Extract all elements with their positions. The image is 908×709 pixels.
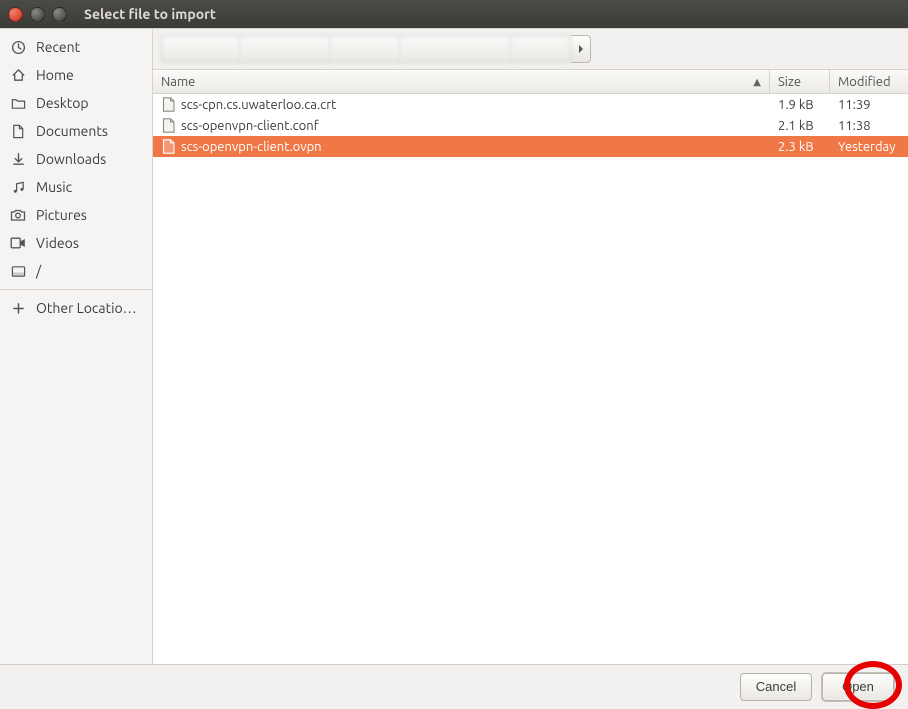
sidebar-item-label: / — [36, 263, 41, 279]
sidebar-item-recent[interactable]: Recent — [0, 33, 152, 61]
sidebar-item-videos[interactable]: Videos — [0, 229, 152, 257]
plus-icon — [10, 302, 26, 315]
drive-icon — [10, 265, 26, 278]
button-label: Open — [842, 679, 874, 694]
breadcrumb-segment[interactable] — [241, 35, 331, 63]
file-name: scs-cpn.cs.uwaterloo.ca.crt — [181, 98, 336, 112]
sidebar-item-label: Other Locatio… — [36, 300, 137, 316]
sort-ascending-icon: ▲ — [753, 76, 761, 88]
sidebar-item-label: Downloads — [36, 151, 106, 167]
button-label: Cancel — [756, 679, 796, 694]
sidebar-divider — [0, 289, 152, 290]
column-header-label: Name — [161, 75, 195, 89]
breadcrumb-overflow-button[interactable] — [571, 35, 591, 63]
file-modified: 11:39 — [838, 98, 871, 112]
sidebar-item-label: Desktop — [36, 95, 89, 111]
file-size: 1.9 kB — [778, 98, 814, 112]
file-icon — [161, 97, 175, 112]
folder-icon — [10, 96, 26, 111]
sidebar-item-label: Music — [36, 179, 72, 195]
sidebar-item-label: Pictures — [36, 207, 87, 223]
column-header-label: Size — [778, 75, 801, 89]
dialog-action-bar: Cancel Open — [0, 664, 908, 708]
breadcrumb-segment[interactable] — [401, 35, 511, 63]
file-list[interactable]: scs-cpn.cs.uwaterloo.ca.crt1.9 kB11:39sc… — [153, 94, 908, 664]
pathbar-row — [153, 29, 908, 69]
file-row[interactable]: scs-cpn.cs.uwaterloo.ca.crt 1.9 kB 11:39 — [153, 94, 908, 115]
file-modified: 11:38 — [838, 119, 871, 133]
open-button[interactable]: Open — [822, 673, 894, 701]
sidebar-item-label: Videos — [36, 235, 79, 251]
column-header-name[interactable]: Name ▲ — [153, 70, 770, 93]
file-row[interactable]: scs-openvpn-client.ovpn 2.3 kB Yesterday — [153, 136, 908, 157]
file-name: scs-openvpn-client.ovpn — [181, 140, 322, 154]
camera-icon — [10, 208, 26, 222]
video-icon — [10, 237, 26, 249]
sidebar-item-label: Documents — [36, 123, 108, 139]
file-browser-main: Name ▲ Size Modified scs-cpn.cs.uwaterlo… — [153, 29, 908, 664]
file-row[interactable]: scs-openvpn-client.conf 2.1 kB 11:38 — [153, 115, 908, 136]
clock-icon — [10, 40, 26, 55]
download-icon — [10, 152, 26, 167]
sidebar-item-desktop[interactable]: Desktop — [0, 89, 152, 117]
window-maximize-button[interactable] — [52, 7, 67, 22]
file-size: 2.1 kB — [778, 119, 814, 133]
sidebar-item-pictures[interactable]: Pictures — [0, 201, 152, 229]
column-header-modified[interactable]: Modified — [830, 70, 908, 93]
cancel-button[interactable]: Cancel — [740, 673, 812, 701]
home-icon — [10, 68, 26, 83]
file-icon — [161, 118, 175, 133]
breadcrumb[interactable] — [161, 35, 591, 63]
file-list-header: Name ▲ Size Modified — [153, 70, 908, 94]
sidebar-item-home[interactable]: Home — [0, 61, 152, 89]
breadcrumb-segment[interactable] — [511, 35, 571, 63]
dialog-body: Recent Home Desktop Documents Downloads Music… — [0, 28, 908, 664]
document-icon — [10, 124, 26, 139]
sidebar-item-documents[interactable]: Documents — [0, 117, 152, 145]
sidebar-item-label: Recent — [36, 39, 80, 55]
file-pane: Name ▲ Size Modified scs-cpn.cs.uwaterlo… — [153, 69, 908, 664]
places-sidebar: Recent Home Desktop Documents Downloads Music… — [0, 29, 153, 664]
column-header-size[interactable]: Size — [770, 70, 830, 93]
breadcrumb-segment[interactable] — [161, 35, 241, 63]
column-header-label: Modified — [838, 75, 891, 89]
sidebar-item-other[interactable]: Other Locatio… — [0, 294, 152, 322]
sidebar-item-root[interactable]: / — [0, 257, 152, 285]
file-modified: Yesterday — [838, 140, 896, 154]
window-title: Select file to import — [84, 6, 216, 22]
window-close-button[interactable] — [8, 7, 23, 22]
file-size: 2.3 kB — [778, 140, 814, 154]
sidebar-item-label: Home — [36, 67, 74, 83]
sidebar-item-music[interactable]: Music — [0, 173, 152, 201]
file-name: scs-openvpn-client.conf — [181, 119, 319, 133]
music-icon — [10, 180, 26, 195]
window-minimize-button[interactable] — [30, 7, 45, 22]
titlebar: Select file to import — [0, 0, 908, 28]
file-icon — [161, 139, 175, 154]
sidebar-item-downloads[interactable]: Downloads — [0, 145, 152, 173]
breadcrumb-segment[interactable] — [331, 35, 401, 63]
